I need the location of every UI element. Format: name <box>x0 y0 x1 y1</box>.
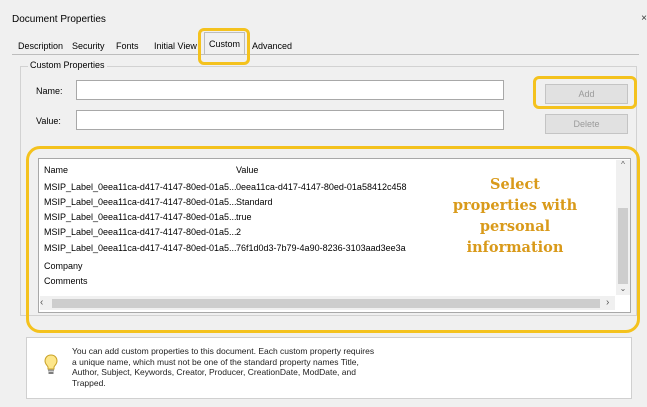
value-label: Value: <box>36 116 61 126</box>
group-label: Custom Properties <box>28 60 107 70</box>
info-line: Author, Subject, Keywords, Creator, Prod… <box>72 367 356 377</box>
tab-initial-view[interactable]: Initial View <box>152 38 199 55</box>
tab-advanced[interactable]: Advanced <box>250 38 294 55</box>
tab-divider <box>12 54 639 55</box>
delete-button[interactable]: Delete <box>545 114 628 134</box>
tab-fonts[interactable]: Fonts <box>114 38 141 55</box>
lightbulb-icon <box>44 354 58 374</box>
info-text: You can add custom properties to this do… <box>72 346 392 388</box>
tab-security[interactable]: Security <box>70 38 107 55</box>
callout-line: Select <box>490 176 540 193</box>
window-title: Document Properties <box>12 14 106 25</box>
info-line: Trapped. <box>72 377 106 388</box>
tab-description[interactable]: Description <box>16 38 65 55</box>
callout-line: information <box>466 239 564 256</box>
info-line: a unique name, which must not be one of … <box>72 356 359 367</box>
close-icon[interactable]: × <box>641 13 647 24</box>
info-line: You can add custom properties to this do… <box>72 346 375 356</box>
add-button-highlight <box>533 76 637 109</box>
name-field[interactable] <box>76 80 504 100</box>
callout-text: Select properties with personal informat… <box>434 174 596 258</box>
custom-tab-highlight <box>198 28 250 65</box>
name-label: Name: <box>36 86 63 96</box>
callout-line: properties with <box>452 197 578 214</box>
value-field[interactable] <box>76 110 504 130</box>
callout-line: personal <box>479 218 551 235</box>
